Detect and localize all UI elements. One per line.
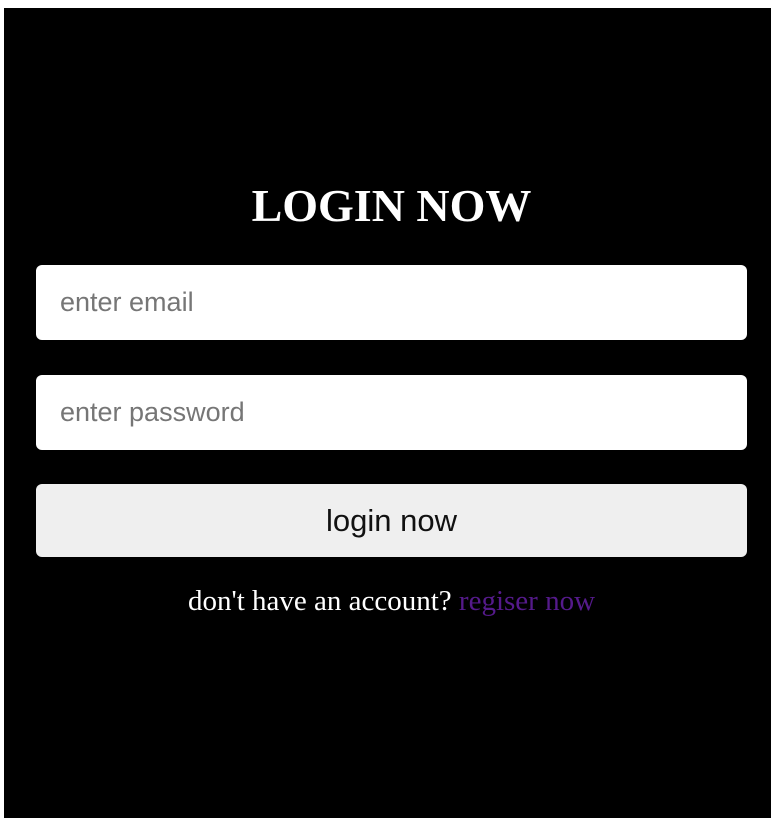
register-prompt-text: don't have an account? [187,585,452,617]
login-button[interactable]: login now [36,484,747,557]
email-field[interactable] [36,265,747,340]
page-title: LOGIN NOW [251,180,532,231]
register-prompt: don't have an account? regiser now [36,582,747,620]
password-field[interactable] [36,375,747,450]
login-panel: LOGIN NOW login now don't have an accoun… [4,8,771,818]
register-link[interactable]: regiser now [459,585,595,617]
